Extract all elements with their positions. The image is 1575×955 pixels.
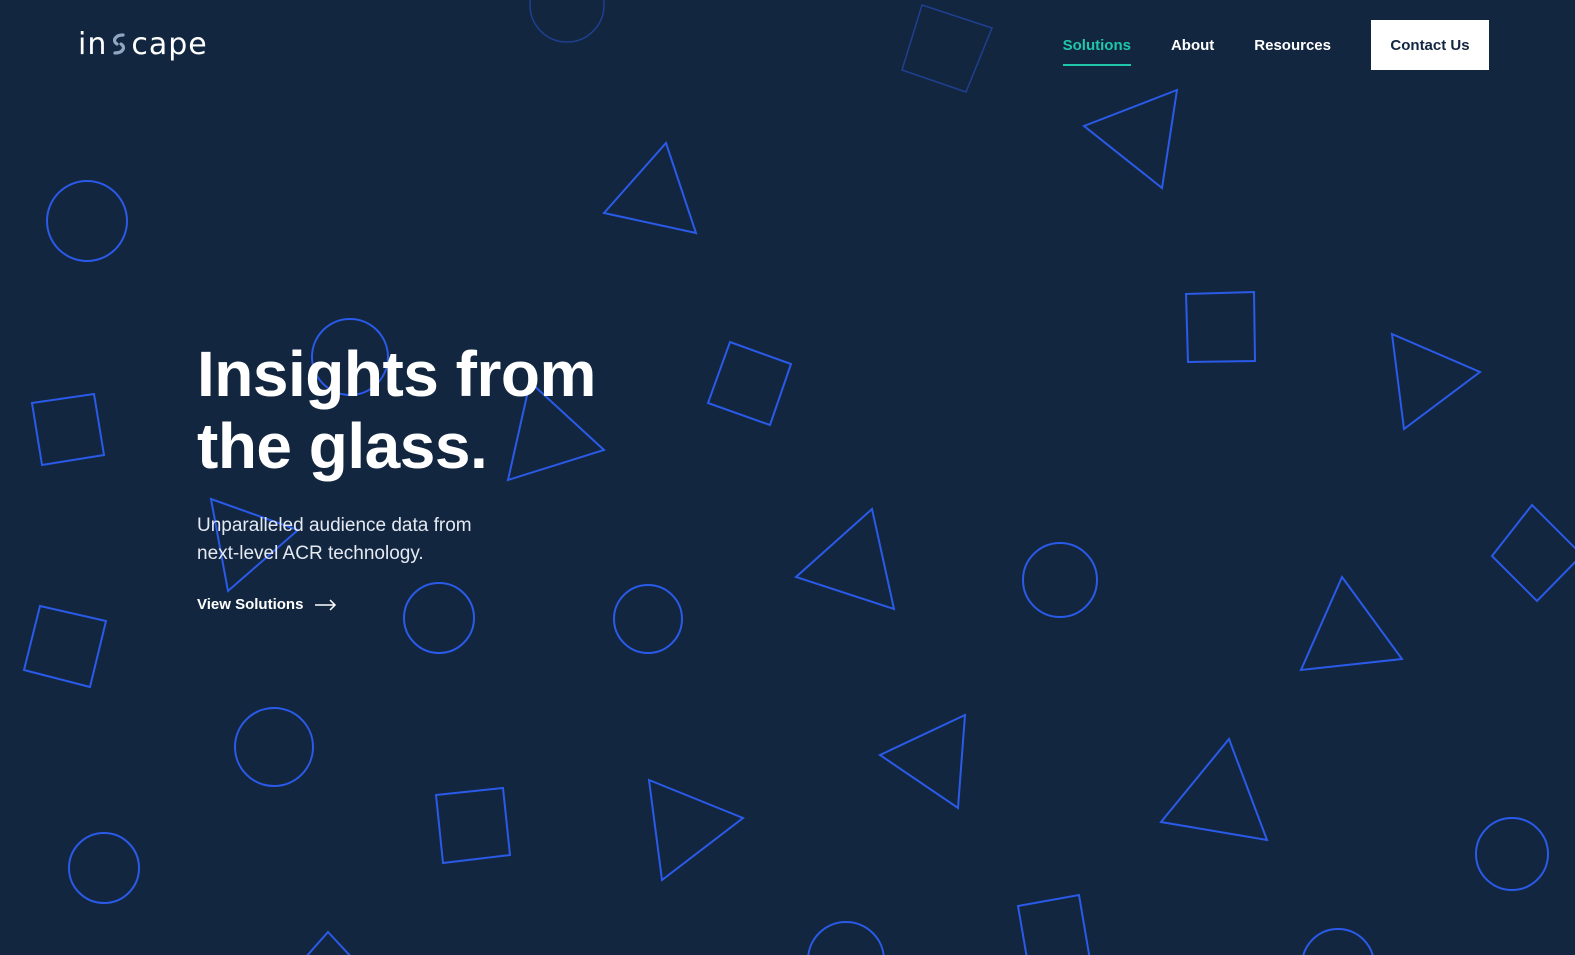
bg-circle: [1475, 817, 1549, 891]
bg-circle: [68, 832, 140, 904]
hero-title-line: Insights from: [197, 338, 596, 410]
nav-item-solutions[interactable]: Solutions: [1062, 31, 1132, 66]
bg-triangle: [1082, 88, 1179, 190]
contact-us-button[interactable]: Contact Us: [1371, 20, 1489, 70]
hero-title: Insights from the glass.: [197, 338, 717, 482]
bg-triangle: [794, 507, 896, 611]
bg-triangle: [877, 713, 967, 810]
hero-subtitle-line: next-level ACR technology.: [197, 543, 424, 564]
bg-square: [22, 604, 108, 689]
view-solutions-label: View Solutions: [197, 596, 304, 613]
logo-wordmark: in cape: [78, 27, 208, 62]
bg-circle: [234, 707, 314, 787]
hero-subtitle-line: Unparalleled audience data from: [197, 515, 472, 536]
hero-title-line: the glass.: [197, 410, 488, 482]
view-solutions-link[interactable]: View Solutions: [197, 596, 337, 613]
bg-circle: [1022, 542, 1098, 618]
bg-circle: [1302, 928, 1374, 955]
s-swirl-logo-mark-icon: [113, 33, 126, 55]
arrow-right-icon: [315, 598, 337, 611]
logo-text-right: cape: [131, 26, 208, 62]
hero-subtitle: Unparalleled audience data from next-lev…: [197, 512, 717, 568]
bg-triangle: [602, 141, 698, 235]
page: in cape Solutions About Resources Contac…: [0, 0, 1575, 955]
site-header: in cape Solutions About Resources Contac…: [0, 0, 1575, 90]
bg-circle: [46, 180, 128, 262]
bg-square: [1184, 290, 1257, 364]
nav-item-resources[interactable]: Resources: [1254, 31, 1331, 60]
bg-circle: [807, 921, 885, 955]
bg-square: [706, 340, 793, 427]
nav-item-about[interactable]: About: [1171, 31, 1214, 60]
bg-triangle: [1159, 737, 1269, 842]
bg-triangle: [1390, 332, 1482, 431]
main-nav: Solutions About Resources Contact Us: [1062, 20, 1489, 70]
bg-triangle: [647, 778, 745, 882]
bg-square: [1016, 893, 1091, 955]
logo[interactable]: in cape: [78, 26, 208, 62]
bg-square: [434, 786, 512, 865]
bg-square: [30, 392, 106, 467]
hero-section: Insights from the glass. Unparalleled au…: [197, 338, 717, 614]
bg-triangle: [1299, 575, 1404, 672]
bg-triangle: [306, 930, 351, 955]
logo-text-left: in: [78, 26, 108, 62]
bg-square: [1490, 503, 1575, 603]
